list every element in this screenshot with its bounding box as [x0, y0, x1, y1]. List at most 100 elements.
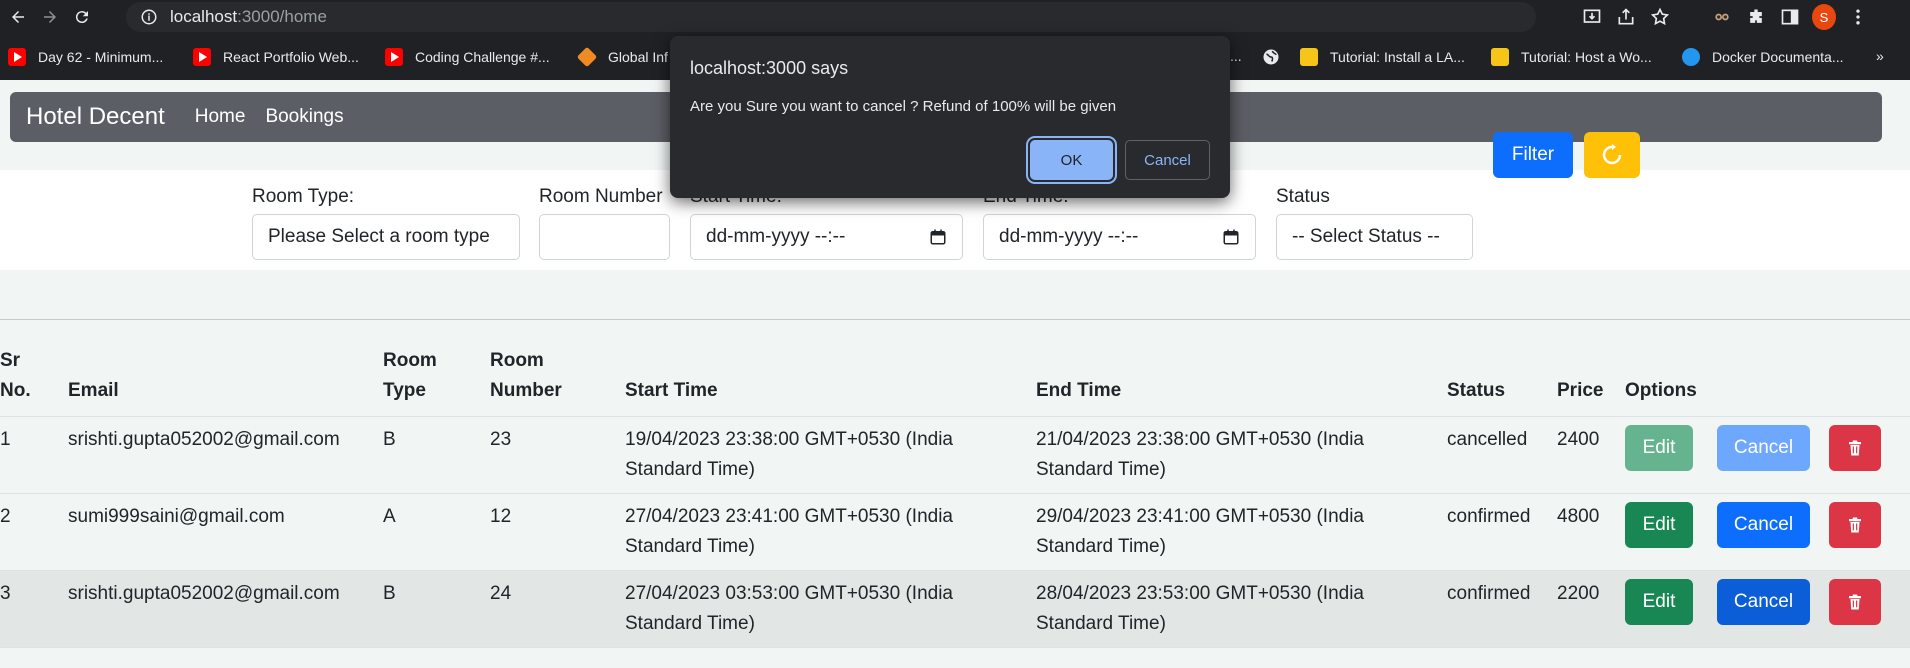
dialog-message: Are you Sure you want to cancel ? Refund… [690, 98, 1117, 115]
edit-button[interactable]: Edit [1625, 502, 1693, 548]
header-price: Price [1557, 346, 1625, 417]
trash-icon [1849, 594, 1861, 610]
extension-area: S [1700, 0, 1870, 34]
cell-room-type: A [383, 493, 490, 571]
dialog-ok-button[interactable]: OK [1030, 140, 1113, 180]
nav-link-home[interactable]: Home [195, 106, 246, 128]
url-text: localhost:3000/home [170, 7, 327, 27]
calendar-icon[interactable] [1222, 228, 1240, 246]
site-info-icon[interactable] [140, 8, 158, 26]
cell-end-time: 29/04/2023 23:41:00 GMT+0530 (India Stan… [1036, 493, 1447, 571]
bookmark-item[interactable]: ... [1230, 48, 1242, 64]
bookmark-item[interactable] [1262, 48, 1280, 66]
status-select[interactable]: -- Select Status -- [1276, 214, 1473, 260]
cell-sr: 3 [0, 570, 68, 648]
cell-room-type: B [383, 570, 490, 648]
table-row: 2 sumi999saini@gmail.com A 12 27/04/2023… [0, 493, 1910, 571]
trash-icon [1849, 440, 1861, 456]
profile-initial: S [1812, 4, 1836, 30]
cell-status: confirmed [1447, 570, 1557, 648]
cell-room-number: 24 [490, 570, 625, 648]
cell-edit: Edit [1625, 570, 1717, 648]
back-icon[interactable] [4, 3, 32, 31]
status-filter: Status -- Select Status -- [1276, 186, 1473, 260]
room-number-filter: Room Number [539, 186, 670, 260]
edit-button[interactable]: Edit [1625, 425, 1693, 471]
cell-delete [1829, 570, 1910, 648]
header-room-type-line2: Type [383, 380, 426, 401]
bookmark-label: Coding Challenge #... [415, 49, 550, 65]
sidebar-icon[interactable] [1778, 5, 1802, 29]
reload-icon[interactable] [68, 3, 96, 31]
bookmark-item[interactable]: Global Inf [576, 46, 668, 68]
header-sr-line2: No. [0, 380, 31, 401]
bookmark-item[interactable]: Docker Documenta... [1682, 48, 1844, 66]
url-host: localhost [170, 7, 238, 26]
star-icon[interactable] [1648, 5, 1672, 29]
header-start-time: Start Time [625, 346, 1036, 417]
header-room-number-line2: Number [490, 380, 562, 401]
header-end-time: End Time [1036, 346, 1447, 417]
extension-owl-icon[interactable] [1710, 5, 1734, 29]
room-type-select[interactable]: Please Select a room type [252, 214, 520, 260]
room-number-input[interactable] [539, 214, 670, 260]
cube-icon [576, 46, 598, 68]
header-sr-line1: Sr [0, 350, 21, 371]
bookmark-item[interactable]: Tutorial: Host a Wo... [1491, 48, 1652, 66]
header-room-number: Room Number [490, 346, 625, 417]
book-icon [1300, 48, 1318, 66]
cell-status: confirmed [1447, 493, 1557, 571]
forward-icon[interactable] [36, 3, 64, 31]
calendar-icon[interactable] [929, 228, 947, 246]
start-time-input[interactable]: dd-mm-yyyy --:-- [690, 214, 963, 260]
more-bookmarks-button[interactable]: » [1876, 48, 1884, 64]
cell-end-time: 28/04/2023 23:53:00 GMT+0530 (India Stan… [1036, 570, 1447, 648]
dialog-cancel-button[interactable]: Cancel [1125, 140, 1210, 180]
end-time-input[interactable]: dd-mm-yyyy --:-- [983, 214, 1256, 260]
share-icon[interactable] [1614, 5, 1638, 29]
bookmark-label: Tutorial: Install a LA... [1330, 49, 1465, 65]
reset-button[interactable] [1584, 132, 1640, 178]
bookmark-item[interactable]: Coding Challenge #... [385, 48, 550, 66]
nav-link-bookings[interactable]: Bookings [265, 106, 343, 128]
cancel-booking-button[interactable]: Cancel [1717, 425, 1810, 471]
url-path: :3000/home [237, 7, 327, 26]
edit-button[interactable]: Edit [1625, 579, 1693, 625]
status-label: Status [1276, 186, 1330, 207]
bookmark-item[interactable]: React Portfolio Web... [193, 48, 359, 66]
address-bar[interactable]: localhost:3000/home [126, 2, 1536, 32]
bookmark-item[interactable]: Tutorial: Install a LA... [1300, 48, 1465, 66]
bookmark-label: Day 62 - Minimum... [38, 49, 164, 65]
cell-price: 2400 [1557, 416, 1625, 494]
puzzle-icon[interactable] [1744, 5, 1768, 29]
profile-avatar[interactable]: S [1812, 4, 1836, 30]
more-bookmarks-label: » [1876, 48, 1884, 64]
install-icon[interactable] [1580, 5, 1604, 29]
refresh-icon [1602, 144, 1622, 165]
divider [0, 319, 1910, 320]
bookmark-item[interactable]: Day 62 - Minimum... [8, 48, 163, 66]
table-header-row: Sr No. Email Room Type Room Number Start Ti… [0, 346, 1910, 417]
bookings-table: Sr No. Email Room Type Room Number Start Ti… [0, 346, 1910, 648]
youtube-icon [385, 48, 403, 66]
cancel-booking-button[interactable]: Cancel [1717, 502, 1810, 548]
cell-edit: Edit [1625, 493, 1717, 571]
youtube-icon [8, 48, 26, 66]
delete-button[interactable] [1829, 425, 1881, 471]
bookmark-label: Docker Documenta... [1712, 49, 1844, 65]
cancel-booking-button[interactable]: Cancel [1717, 579, 1810, 625]
delete-button[interactable] [1829, 579, 1881, 625]
filter-button[interactable]: Filter [1493, 132, 1573, 178]
cell-delete [1829, 416, 1910, 494]
cell-end-time: 21/04/2023 23:38:00 GMT+0530 (India Stan… [1036, 416, 1447, 494]
browser-actions [1570, 0, 1672, 34]
navbar-brand[interactable]: Hotel Decent [26, 103, 165, 131]
book-icon [1491, 48, 1509, 66]
menu-icon[interactable] [1846, 5, 1870, 29]
header-options: Options [1625, 346, 1717, 417]
header-empty [1717, 346, 1829, 417]
dialog-title: localhost:3000 says [690, 58, 849, 78]
cell-room-number: 23 [490, 416, 625, 494]
header-room-type-line1: Room [383, 350, 437, 371]
delete-button[interactable] [1829, 502, 1881, 548]
